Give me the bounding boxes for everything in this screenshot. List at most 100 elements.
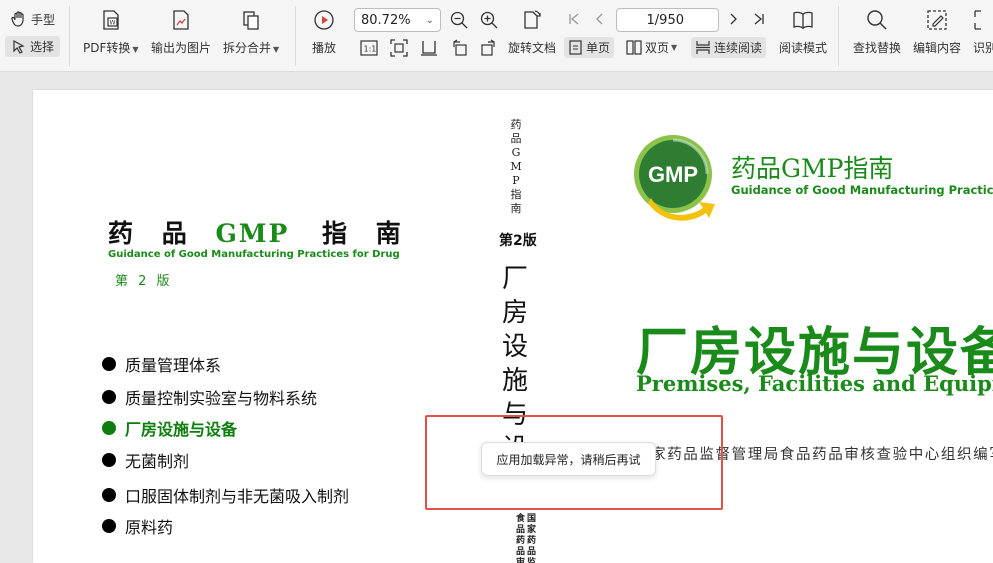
first-page-icon bbox=[569, 13, 579, 25]
rotate-left-button[interactable] bbox=[450, 39, 468, 57]
actual-size-glyph: 1:1 bbox=[364, 45, 377, 54]
chevron-right-icon bbox=[730, 13, 737, 25]
chevron-down-icon: ⌄ bbox=[425, 14, 434, 26]
rotate-right-icon bbox=[481, 39, 495, 56]
last-page-icon bbox=[754, 13, 764, 25]
cursor-icon bbox=[13, 39, 25, 54]
single-page-button[interactable]: 单页 bbox=[564, 37, 615, 58]
zoom-out-icon bbox=[450, 11, 468, 29]
chevron-down-icon: ▼ bbox=[132, 45, 139, 54]
pdf-convert-label: PDF转换 bbox=[83, 41, 131, 55]
page-number-input[interactable]: 1/950 bbox=[616, 8, 719, 32]
split-merge-icon bbox=[243, 11, 259, 30]
next-page-button[interactable] bbox=[726, 12, 740, 26]
ocr-icon bbox=[974, 10, 981, 30]
fit-page-button[interactable] bbox=[390, 39, 408, 57]
rotate-document-icon bbox=[524, 10, 541, 29]
edit-content-button[interactable]: 编辑内容 bbox=[913, 6, 961, 56]
series-list-item-label: 口服固体制剂与非无菌吸入制剂 bbox=[125, 487, 350, 506]
single-page-label: 单页 bbox=[586, 41, 611, 55]
double-page-button[interactable]: 双页 ▼ bbox=[626, 39, 677, 56]
play-icon bbox=[314, 10, 334, 30]
zoom-in-button[interactable] bbox=[479, 10, 499, 30]
zoom-in-icon bbox=[480, 11, 498, 29]
split-merge-button[interactable]: 拆分合并 ▼ bbox=[223, 6, 279, 56]
right-logo-title: 药品GMP指南 bbox=[731, 154, 894, 183]
prev-page-button[interactable] bbox=[593, 12, 607, 26]
zoom-value: 80.72% bbox=[361, 12, 411, 28]
edit-icon bbox=[927, 10, 947, 30]
find-replace-button[interactable]: 查找替换 bbox=[853, 6, 901, 56]
bullet-icon bbox=[102, 519, 116, 533]
bullet-icon bbox=[102, 453, 116, 467]
ocr-label: 识别 bbox=[973, 41, 993, 55]
play-button[interactable]: 播放 bbox=[312, 6, 336, 56]
page-number-value: 1/950 bbox=[646, 12, 684, 28]
rotate-document-label: 旋转文档 bbox=[508, 41, 557, 55]
series-list-item-label: 质量控制实验室与物料系统 bbox=[125, 389, 318, 408]
left-title-suffix: 指 南 bbox=[321, 219, 411, 248]
gmp-logo: GMP bbox=[633, 132, 719, 232]
export-image-label: 输出为图片 bbox=[151, 41, 212, 55]
rotate-document-button[interactable]: 旋转文档 bbox=[508, 6, 556, 56]
zoom-select[interactable]: 80.72% ⌄ bbox=[354, 8, 441, 32]
play-label: 播放 bbox=[312, 41, 337, 55]
bullet-icon bbox=[102, 488, 116, 502]
rotate-right-button[interactable] bbox=[480, 39, 498, 57]
series-list-item: 无菌制剂 bbox=[102, 448, 189, 472]
find-replace-label: 查找替换 bbox=[853, 41, 902, 55]
select-tool-button[interactable]: 选择 bbox=[5, 36, 61, 57]
image-export-icon bbox=[173, 10, 189, 30]
series-list-item-label: 原料药 bbox=[125, 518, 174, 537]
book-icon bbox=[793, 11, 813, 30]
spine-publisher-col1: 食品药品审核 bbox=[515, 514, 525, 563]
spine-edition: 第2版 bbox=[499, 233, 537, 249]
bullet-icon bbox=[102, 421, 116, 435]
reading-mode-button[interactable]: 阅读模式 bbox=[779, 6, 827, 56]
export-image-button[interactable]: 输出为图片 bbox=[151, 6, 211, 56]
main-title-en: Premises, Facilities and Equipment bbox=[636, 371, 993, 396]
fit-width-button[interactable] bbox=[420, 39, 438, 57]
left-book-title: 药 品 GMP 指 南 bbox=[108, 214, 411, 250]
actual-size-button[interactable]: 1:1 bbox=[360, 40, 378, 56]
chevron-down-icon: ▼ bbox=[273, 45, 280, 54]
search-icon bbox=[867, 10, 887, 30]
series-list-item: 厂房设施与设备 bbox=[102, 416, 237, 440]
left-title-prefix: 药 品 bbox=[108, 219, 197, 248]
hand-tool-label: 手型 bbox=[31, 12, 56, 27]
error-toast-message: 应用加载异常，请稍后再试 bbox=[496, 452, 641, 467]
ocr-button[interactable]: 识别 bbox=[973, 6, 993, 56]
rotate-left-icon bbox=[453, 39, 467, 56]
select-tool-label: 选择 bbox=[30, 40, 55, 54]
gmp-logo-text: GMP bbox=[648, 162, 698, 187]
hand-icon bbox=[11, 11, 24, 27]
split-merge-label: 拆分合并 bbox=[223, 41, 272, 55]
svg-text:W: W bbox=[109, 20, 115, 27]
first-page-button[interactable] bbox=[567, 12, 581, 26]
continuous-reading-button[interactable]: 连续阅读 bbox=[691, 37, 767, 58]
right-logo-subtitle: Guidance of Good Manufacturing Practices… bbox=[731, 183, 993, 197]
left-title-gmp: GMP bbox=[215, 219, 290, 248]
series-list-item: 原料药 bbox=[102, 514, 173, 538]
toolbar: 手型 选择 W PDF转换 ▼ 输出为图片 拆分合并 ▼ 播放 80.72% ⌄ 1… bbox=[0, 0, 993, 72]
zoom-out-button[interactable] bbox=[449, 10, 469, 30]
series-list-item: 质量控制实验室与物料系统 bbox=[102, 385, 317, 409]
series-list-item-label: 厂房设施与设备 bbox=[125, 420, 238, 439]
continuous-reading-icon bbox=[696, 41, 710, 54]
pdf-convert-button[interactable]: W PDF转换 ▼ bbox=[83, 6, 139, 56]
actual-size-icon: 1:1 bbox=[360, 40, 378, 56]
fit-width-icon bbox=[421, 41, 437, 56]
error-toast: 应用加载异常，请稍后再试 bbox=[481, 442, 656, 476]
bullet-icon bbox=[102, 357, 116, 371]
hand-tool-button[interactable]: 手型 bbox=[10, 10, 55, 28]
left-edition: 第 2 版 bbox=[115, 274, 173, 289]
spine-publisher-col2: 国家药品监 bbox=[526, 514, 536, 563]
series-list-item: 口服固体制剂与非无菌吸入制剂 bbox=[102, 483, 349, 507]
last-page-button[interactable] bbox=[752, 12, 766, 26]
single-page-icon bbox=[569, 40, 582, 55]
double-page-icon bbox=[626, 40, 642, 55]
fit-page-icon bbox=[390, 39, 408, 57]
bullet-icon bbox=[102, 390, 116, 404]
left-subtitle: Guidance of Good Manufacturing Practices… bbox=[108, 249, 400, 260]
series-list-item-label: 无菌制剂 bbox=[125, 452, 190, 471]
